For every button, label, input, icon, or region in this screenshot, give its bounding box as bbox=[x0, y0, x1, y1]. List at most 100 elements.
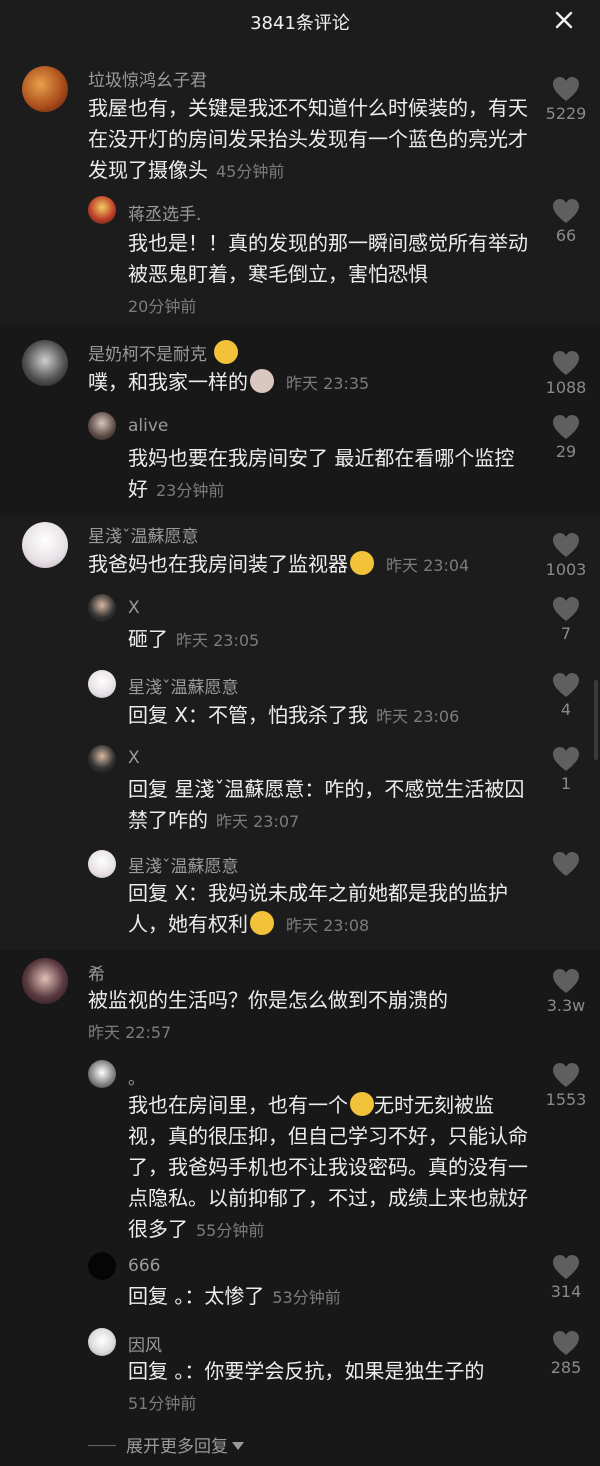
avatar[interactable] bbox=[88, 1328, 116, 1356]
pleading-emoji-icon bbox=[350, 551, 374, 575]
comment-username[interactable]: 希 bbox=[88, 960, 105, 985]
heart-icon bbox=[553, 1063, 579, 1087]
chevron-down-icon bbox=[232, 1442, 244, 1450]
like-button[interactable]: 66 bbox=[536, 198, 596, 245]
comment-text: 噗，和我家一样的 昨天 23:35 bbox=[88, 367, 528, 399]
like-count: 1553 bbox=[545, 1090, 587, 1109]
comment-username[interactable]: 垃圾惊鸿幺子君 bbox=[88, 66, 207, 91]
reply-username[interactable]: 蒋丞选手. bbox=[128, 200, 201, 225]
reply-time: 51分钟前 bbox=[128, 1394, 197, 1413]
reply-text: 砸了 昨天 23:05 bbox=[128, 624, 528, 656]
like-count: 66 bbox=[555, 226, 577, 245]
comment-time: 45分钟前 bbox=[216, 162, 285, 181]
comment-text: 我屋也有，关键是我还不知道什么时候装的，有天在没开灯的房间发呆抬头发现有一个蓝色… bbox=[88, 93, 528, 187]
reply-time: 23分钟前 bbox=[156, 481, 225, 500]
heart-icon bbox=[553, 673, 579, 697]
pleading-emoji-icon bbox=[250, 911, 274, 935]
avatar[interactable] bbox=[88, 745, 116, 773]
cat-emoji-icon bbox=[250, 369, 274, 393]
reply-time: 55分钟前 bbox=[196, 1221, 265, 1240]
avatar[interactable] bbox=[88, 670, 116, 698]
smile-emoji-icon bbox=[350, 1092, 374, 1116]
heart-icon bbox=[553, 533, 579, 557]
reply-body: 砸了 bbox=[128, 627, 168, 651]
reply-body: 回复 。：你要学会反抗，如果是独生子的 bbox=[128, 1359, 485, 1383]
avatar[interactable] bbox=[22, 958, 68, 1004]
comment-text: 被监视的生活吗？你是怎么做到不崩溃的 昨天 22:57 bbox=[88, 985, 528, 1048]
avatar[interactable] bbox=[88, 412, 116, 440]
like-button[interactable]: 4 bbox=[536, 672, 596, 719]
like-count: 1 bbox=[560, 774, 572, 793]
avatar[interactable] bbox=[88, 1060, 116, 1088]
reply-time: 昨天 23:05 bbox=[176, 631, 260, 650]
reply-text: 我妈也要在我房间安了 最近都在看哪个监控好 23分钟前 bbox=[128, 443, 528, 506]
expand-more-replies[interactable]: 展开更多回复 bbox=[88, 1432, 244, 1457]
scrollbar[interactable] bbox=[594, 680, 598, 760]
reply-body: 我也是！！真的发现的那一瞬间感觉所有举动被恶鬼盯着，寒毛倒立，害怕恐惧 bbox=[128, 231, 528, 286]
comment-username[interactable]: 是奶柯不是耐克 bbox=[88, 340, 239, 365]
comment-body: 噗，和我家一样的 bbox=[88, 370, 248, 394]
reply-username[interactable]: 星淺ˇ温蘇愿意 bbox=[128, 852, 239, 877]
comment-body: 我屋也有，关键是我还不知道什么时候装的，有天在没开灯的房间发呆抬头发现有一个蓝色… bbox=[88, 96, 528, 182]
comment-username-text: 是奶柯不是耐克 bbox=[88, 345, 207, 365]
like-button[interactable]: 1003 bbox=[536, 532, 596, 579]
like-button[interactable]: 1088 bbox=[536, 350, 596, 397]
reply-text: 回复 X：我妈说未成年之前她都是我的监护人，她有权利 昨天 23:08 bbox=[128, 878, 528, 941]
reply-username[interactable]: 。 bbox=[128, 1064, 145, 1089]
comments-panel: 3841条评论 垃圾惊鸿幺子君 我屋也有，关键是我还不知道什么时候装的，有天在没… bbox=[0, 0, 600, 1466]
like-count: 314 bbox=[550, 1282, 582, 1301]
like-button[interactable]: 1 bbox=[536, 746, 596, 793]
like-count: 4 bbox=[560, 700, 572, 719]
like-button[interactable]: 7 bbox=[536, 596, 596, 643]
avatar[interactable] bbox=[22, 340, 68, 386]
like-button[interactable] bbox=[536, 851, 596, 879]
comment-text: 我爸妈也在我房间装了监视器 昨天 23:04 bbox=[88, 549, 528, 581]
like-button[interactable]: 1553 bbox=[536, 1062, 596, 1109]
heart-icon bbox=[553, 77, 579, 101]
comment-time: 昨天 23:35 bbox=[286, 374, 370, 393]
close-icon[interactable] bbox=[554, 10, 574, 30]
reply-username[interactable]: 666 bbox=[128, 1256, 160, 1276]
avatar[interactable] bbox=[88, 1252, 116, 1280]
like-button[interactable]: 5229 bbox=[536, 76, 596, 123]
like-button[interactable]: 29 bbox=[536, 414, 596, 461]
reply-body: 回复 。：太惨了 bbox=[128, 1284, 265, 1308]
comments-header: 3841条评论 bbox=[0, 0, 600, 42]
avatar[interactable] bbox=[22, 522, 68, 568]
reply-body: 回复 X：不管，怕我杀了我 bbox=[128, 703, 369, 727]
heart-icon bbox=[553, 415, 579, 439]
reply-time: 昨天 23:06 bbox=[376, 707, 460, 726]
reply-username[interactable]: X bbox=[128, 598, 140, 618]
reply-username[interactable]: 因风 bbox=[128, 1331, 162, 1356]
reply-time: 53分钟前 bbox=[272, 1288, 341, 1307]
reply-time: 昨天 23:08 bbox=[286, 916, 370, 935]
heart-icon bbox=[553, 597, 579, 621]
reply-time: 20分钟前 bbox=[128, 297, 197, 316]
reply-username[interactable]: X bbox=[128, 748, 140, 768]
divider bbox=[88, 1445, 116, 1446]
like-count: 7 bbox=[560, 624, 572, 643]
heart-icon bbox=[553, 852, 579, 876]
avatar[interactable] bbox=[88, 196, 116, 224]
like-count: 1088 bbox=[545, 378, 587, 397]
heart-icon bbox=[553, 199, 579, 223]
comment-count-title: 3841条评论 bbox=[250, 13, 350, 34]
comment-body: 被监视的生活吗？你是怎么做到不崩溃的 bbox=[88, 988, 448, 1012]
comment-username[interactable]: 星淺ˇ温蘇愿意 bbox=[88, 522, 199, 547]
reply-text: 回复 。：你要学会反抗，如果是独生子的 51分钟前 bbox=[128, 1356, 538, 1419]
reply-username[interactable]: 星淺ˇ温蘇愿意 bbox=[128, 673, 239, 698]
avatar[interactable] bbox=[22, 66, 68, 112]
heart-icon bbox=[553, 1255, 579, 1279]
avatar[interactable] bbox=[88, 594, 116, 622]
like-button[interactable]: 3.3w bbox=[536, 968, 596, 1015]
heart-icon bbox=[553, 1331, 579, 1355]
like-button[interactable]: 314 bbox=[536, 1254, 596, 1301]
avatar[interactable] bbox=[88, 850, 116, 878]
reply-body: 我也在房间里，也有一个 bbox=[128, 1093, 348, 1117]
reply-text: 回复 。：太惨了 53分钟前 bbox=[128, 1281, 528, 1313]
reply-username[interactable]: alive bbox=[128, 416, 168, 436]
comment-body: 我爸妈也在我房间装了监视器 bbox=[88, 552, 348, 576]
heart-icon bbox=[553, 747, 579, 771]
like-button[interactable]: 285 bbox=[536, 1330, 596, 1377]
heart-icon bbox=[553, 351, 579, 375]
